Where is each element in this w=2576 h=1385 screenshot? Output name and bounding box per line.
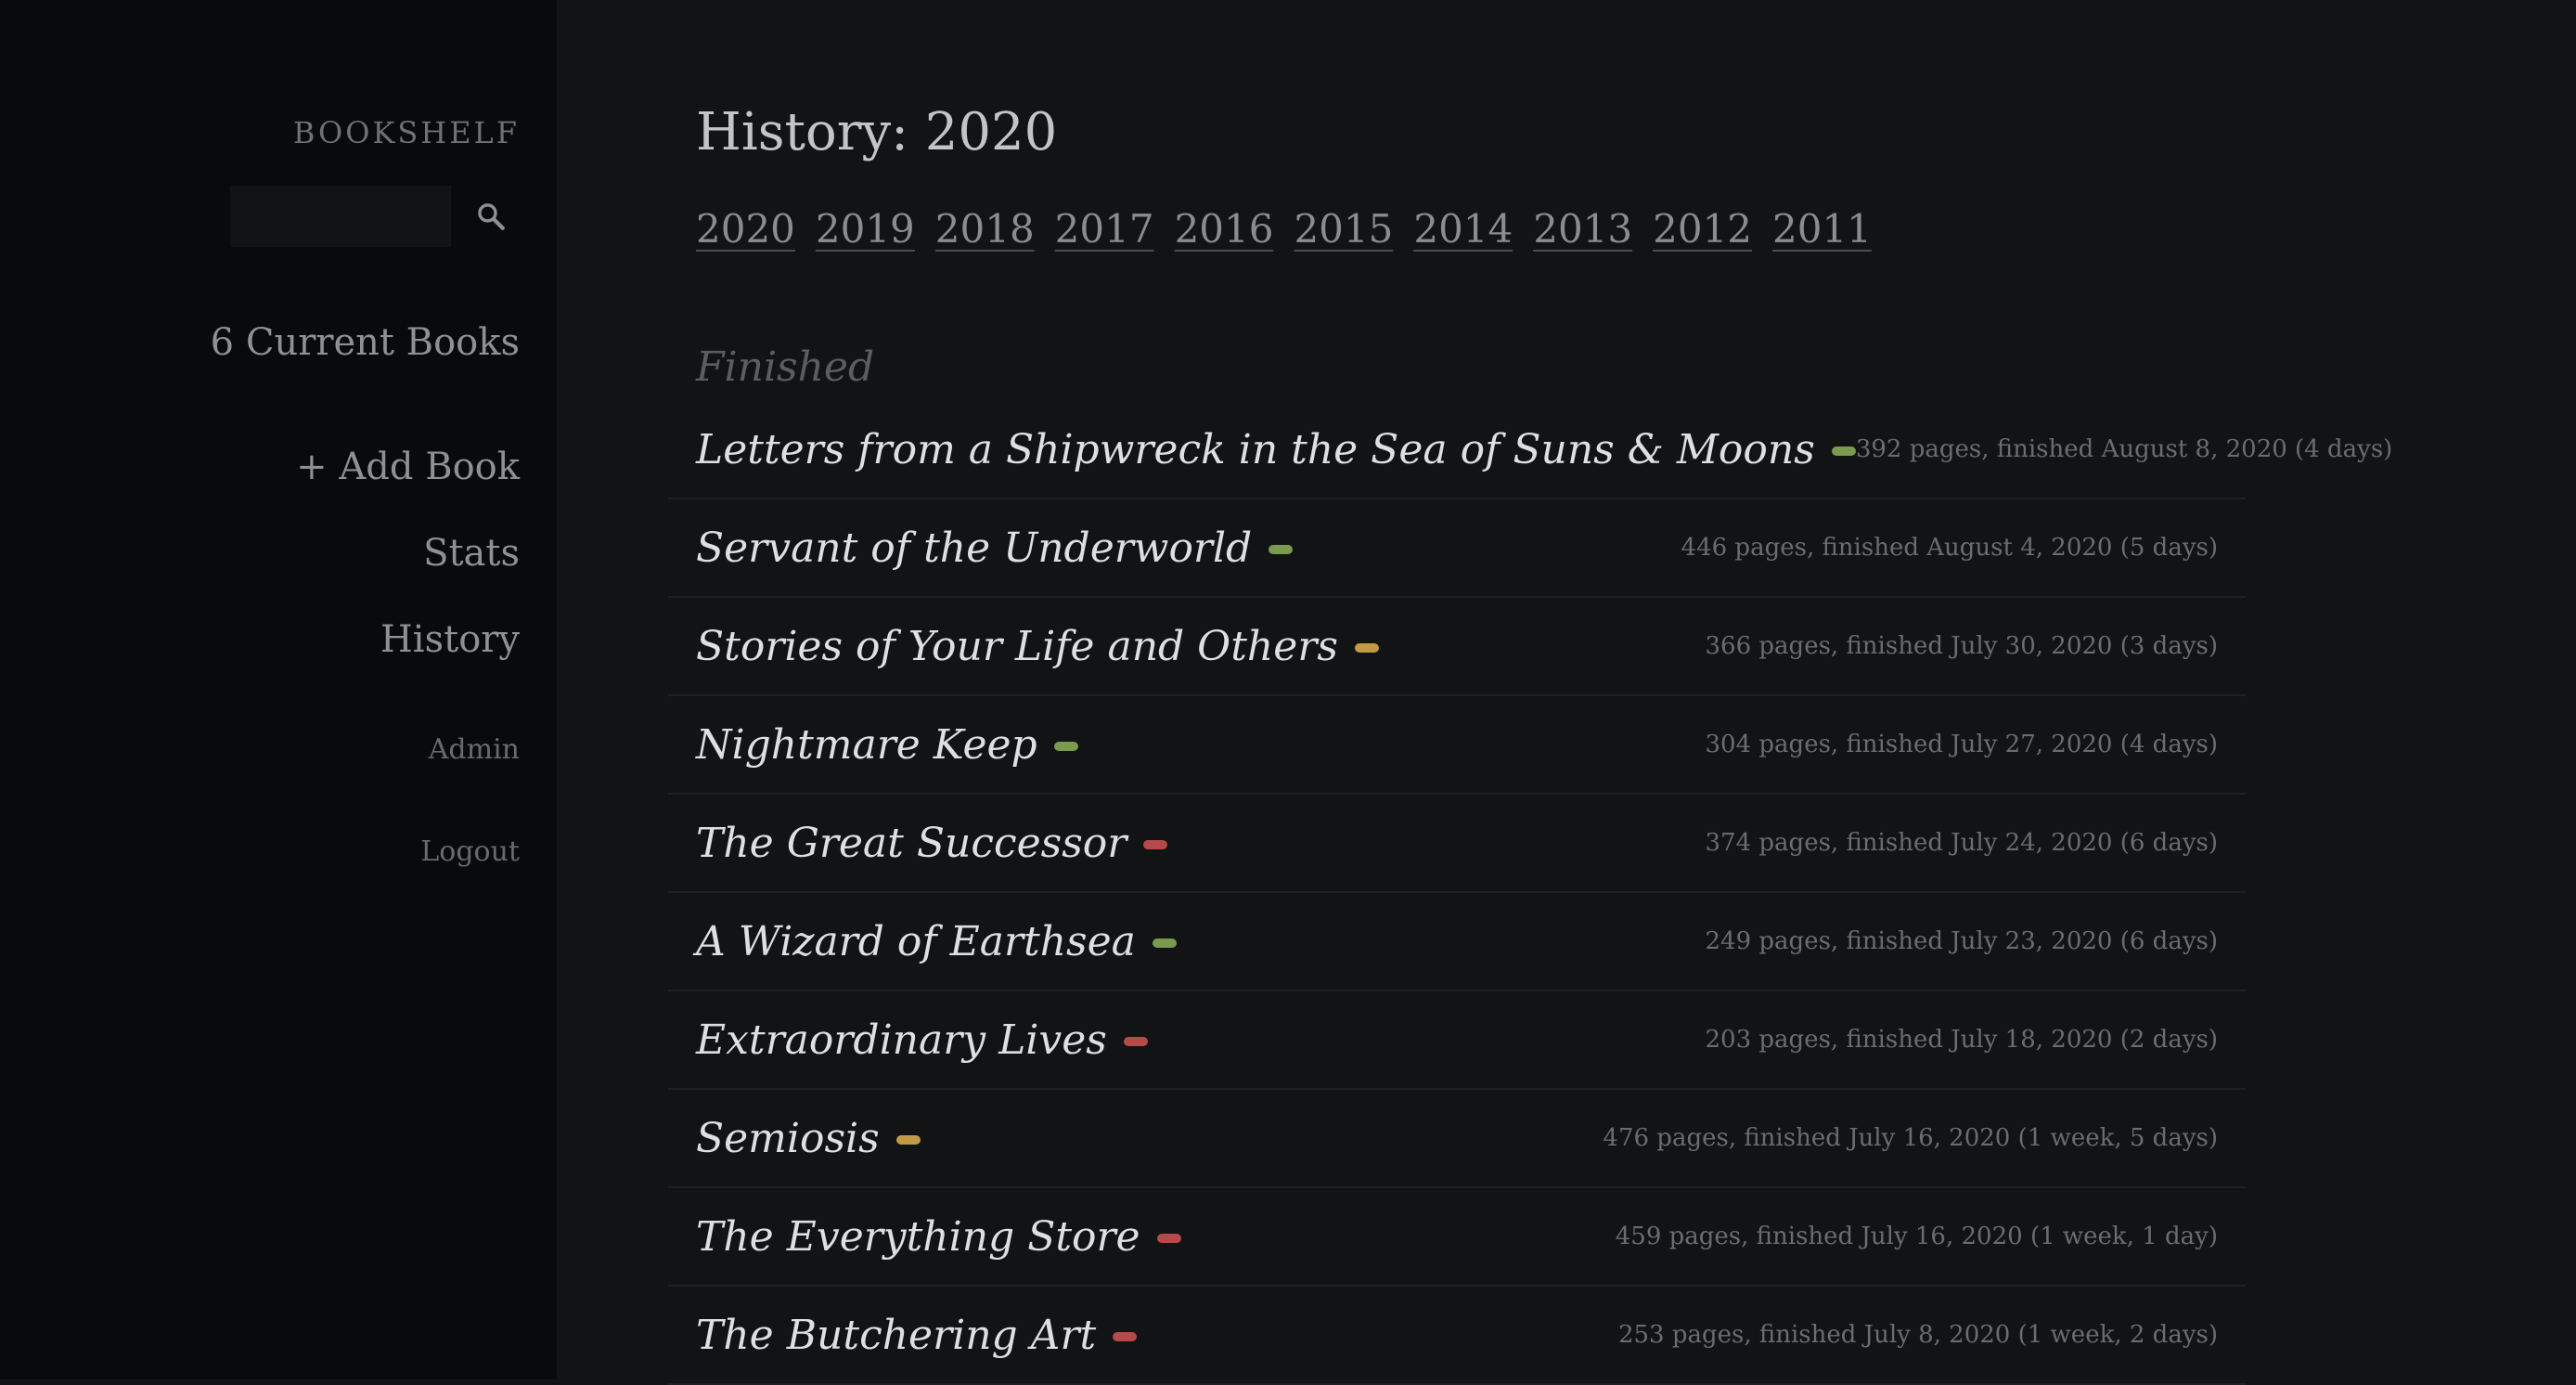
year-link-2015[interactable]: 2015 xyxy=(1294,206,1393,252)
book-title-group: Letters from a Shipwreck in the Sea of S… xyxy=(696,426,1856,473)
main-content: History: 2020 2020 2019 2018 2017 2016 2015 20… xyxy=(557,0,2576,1385)
book-row: Letters from a Shipwreck in the Sea of S… xyxy=(668,401,2392,499)
book-title-link[interactable]: The Everything Store xyxy=(696,1213,1140,1261)
book-meta: 446 pages, finished August 4, 2020 (5 da… xyxy=(1681,534,2218,562)
history-link[interactable]: History xyxy=(380,618,520,661)
rating-indicator xyxy=(1156,1234,1181,1243)
book-title-group: The Butchering Art xyxy=(696,1312,1138,1359)
year-link-2011[interactable]: 2011 xyxy=(1772,206,1872,252)
rating-indicator xyxy=(1354,643,1379,653)
book-row: A Wizard of Earthsea 249 pages, finished … xyxy=(668,893,2246,991)
rating-indicator xyxy=(1143,840,1168,849)
finished-book-list: Letters from a Shipwreck in the Sea of S… xyxy=(668,401,2392,1385)
year-link-2020[interactable]: 2020 xyxy=(696,206,795,252)
book-title-link[interactable]: Extraordinary Lives xyxy=(696,1016,1107,1064)
rating-indicator xyxy=(895,1135,921,1145)
stats-link[interactable]: Stats xyxy=(423,532,520,575)
book-title-group: Extraordinary Lives xyxy=(696,1016,1148,1064)
book-title-group: Nightmare Keep xyxy=(696,721,1078,769)
book-title-link[interactable]: Servant of the Underworld xyxy=(696,524,1252,572)
book-meta: 459 pages, finished July 16, 2020 (1 wee… xyxy=(1615,1223,2218,1250)
book-row: The Great Successor 374 pages, finished J… xyxy=(668,795,2246,893)
book-row: The Butchering Art 253 pages, finished Ju… xyxy=(668,1287,2246,1385)
book-row: The Everything Store 459 pages, finished … xyxy=(668,1188,2246,1287)
rating-indicator xyxy=(1269,545,1294,554)
brand-logo[interactable]: BOOKSHELF xyxy=(293,115,520,150)
year-link-2016[interactable]: 2016 xyxy=(1175,206,1274,252)
book-row: Servant of the Underworld 446 pages, fini… xyxy=(668,499,2246,598)
book-title-link[interactable]: Semiosis xyxy=(696,1115,880,1162)
book-meta: 203 pages, finished July 18, 2020 (2 day… xyxy=(1705,1026,2218,1054)
book-title-group: The Everything Store xyxy=(696,1213,1181,1261)
book-title-group: A Wizard of Earthsea xyxy=(696,918,1177,965)
book-title-link[interactable]: The Great Successor xyxy=(696,820,1127,867)
book-row: Stories of Your Life and Others 366 pages… xyxy=(668,598,2246,696)
year-link-2019[interactable]: 2019 xyxy=(816,206,915,252)
book-title-group: The Great Successor xyxy=(696,820,1168,867)
rating-indicator xyxy=(1152,938,1177,948)
book-meta: 249 pages, finished July 23, 2020 (6 day… xyxy=(1705,927,2218,955)
book-title-link[interactable]: Nightmare Keep xyxy=(696,721,1037,769)
book-meta: 374 pages, finished July 24, 2020 (6 day… xyxy=(1705,829,2218,857)
year-link-2013[interactable]: 2013 xyxy=(1533,206,1632,252)
sidebar: BOOKSHELF 6 Current Books + Add Book Sta… xyxy=(0,0,557,1379)
book-title-link[interactable]: Letters from a Shipwreck in the Sea of S… xyxy=(696,426,1815,473)
section-heading-finished: Finished xyxy=(696,343,875,391)
year-link-2018[interactable]: 2018 xyxy=(935,206,1035,252)
book-meta: 253 pages, finished July 8, 2020 (1 week… xyxy=(1617,1321,2218,1349)
book-meta: 392 pages, finished August 8, 2020 (4 da… xyxy=(1855,435,2393,463)
page-title: History: 2020 xyxy=(696,102,1058,162)
logout-link[interactable]: Logout xyxy=(420,835,520,868)
book-title-group: Stories of Your Life and Others xyxy=(696,623,1379,670)
search-button[interactable] xyxy=(468,193,514,239)
rating-indicator xyxy=(1113,1332,1138,1341)
rating-indicator xyxy=(1123,1037,1148,1046)
book-title-link[interactable]: The Butchering Art xyxy=(696,1312,1096,1359)
rating-indicator xyxy=(1831,447,1856,456)
book-meta: 476 pages, finished July 16, 2020 (1 wee… xyxy=(1603,1124,2218,1152)
book-title-group: Servant of the Underworld xyxy=(696,524,1294,572)
year-link-2017[interactable]: 2017 xyxy=(1055,206,1154,252)
admin-link[interactable]: Admin xyxy=(429,733,520,766)
book-meta: 366 pages, finished July 30, 2020 (3 day… xyxy=(1705,632,2218,660)
book-row: Extraordinary Lives 203 pages, finished J… xyxy=(668,991,2246,1090)
add-book-link[interactable]: + Add Book xyxy=(296,446,520,488)
book-title-link[interactable]: A Wizard of Earthsea xyxy=(696,918,1136,965)
book-meta: 304 pages, finished July 27, 2020 (4 day… xyxy=(1705,731,2218,758)
book-title-group: Semiosis xyxy=(696,1115,921,1162)
book-title-link[interactable]: Stories of Your Life and Others xyxy=(696,623,1338,670)
year-link-2012[interactable]: 2012 xyxy=(1653,206,1752,252)
year-link-2014[interactable]: 2014 xyxy=(1413,206,1513,252)
rating-indicator xyxy=(1053,742,1078,751)
book-row: Semiosis 476 pages, finished July 16, 202… xyxy=(668,1090,2246,1188)
current-books-link[interactable]: 6 Current Books xyxy=(211,321,520,364)
book-row: Nightmare Keep 304 pages, finished July 2… xyxy=(668,696,2246,795)
search-icon xyxy=(478,203,505,230)
year-nav: 2020 2019 2018 2017 2016 2015 2014 2013 2012 2011 xyxy=(696,206,1872,252)
search-input[interactable] xyxy=(230,186,451,247)
